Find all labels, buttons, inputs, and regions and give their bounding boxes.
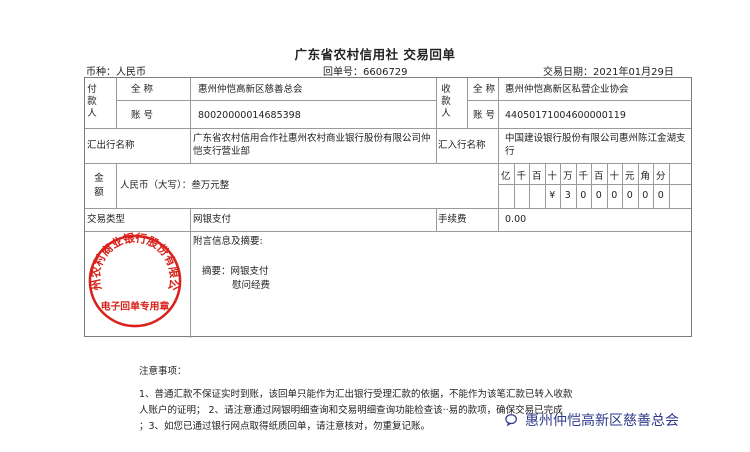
amount-unit: 亿: [500, 171, 511, 182]
row-line: [190, 100, 436, 101]
amount-unit: 十: [609, 171, 619, 182]
row-line: [85, 208, 691, 209]
memo-label: 附言信息及摘要:: [193, 236, 263, 247]
trade-type: 网银支付: [193, 214, 232, 225]
amount-digit: 0: [595, 190, 602, 201]
remit-out-bank-label: 汇出行名称: [87, 140, 135, 151]
row-line: [85, 163, 691, 164]
amount-unit: 千: [516, 171, 526, 182]
amount-unit: 十: [547, 171, 557, 182]
notes-line: 人账户的证明； 2、请注意通过网银明细查询和交易明细查询功能检查该··易的款项，…: [139, 405, 563, 416]
col-line: [467, 78, 468, 128]
payee-account: 44050171004600000119: [505, 110, 626, 121]
watermark-text: 惠州仲恺高新区慈善总会: [525, 413, 679, 429]
col-line: [436, 78, 437, 163]
payee-account-label: 账 号: [473, 110, 496, 121]
memo-summary: 摘要：网银支付: [202, 266, 269, 277]
payer-account-label: 账 号: [131, 110, 154, 121]
col-line: [498, 78, 499, 128]
payee-side-label: 收 款 人: [441, 84, 451, 119]
payer-side-label: 付 款 人: [87, 84, 97, 119]
amount-unit: 千: [578, 171, 588, 182]
trade-type-label: 交易类型: [87, 214, 126, 225]
payer-name: 惠州仲恺高新区慈善总会: [198, 84, 303, 95]
amount-digit: 0: [626, 190, 633, 201]
row-line: [116, 100, 190, 101]
svg-text:电子回单专用章: 电子回单专用章: [101, 299, 170, 312]
amount-unit: 百: [593, 171, 604, 182]
fee-value: 0.00: [505, 214, 527, 225]
payer-account: 80020000014685398: [198, 110, 301, 121]
notes-title: 注意事项：: [139, 366, 187, 377]
amount-digit: ¥: [549, 190, 556, 201]
amount-digit: 0: [611, 190, 618, 201]
notes-line: ；3、如您已通过银行网点取得纸质回单，请注意核对，勿重复记账。: [139, 421, 431, 432]
col-line: [190, 208, 191, 338]
amount-unit: 角: [640, 171, 650, 182]
notes-line: 1、普通汇款不保证实时到账，该回单只能作为汇出银行受理汇款的依据，不能作为该笔汇…: [139, 389, 573, 400]
amount-in-words: 人民币（大写）：叁万元整: [120, 180, 230, 191]
amount-digit: 0: [642, 190, 649, 201]
col-line: [116, 78, 117, 128]
row-line: [85, 128, 691, 129]
remit-in-bank-label: 汇入行名称: [438, 140, 486, 151]
remit-in-bank: 中国建设银行股份有限公司惠州陈江金湖支行: [505, 133, 686, 157]
svg-text:惠州农村商业银行股份有限公司: 惠州农村商业银行股份有限公司: [86, 232, 182, 292]
amount-unit: 元: [624, 171, 635, 182]
memo-detail: 慰问经费: [232, 280, 271, 291]
watermark: 惠州仲恺高新区慈善总会: [505, 410, 679, 430]
payer-name-label: 全 称: [131, 84, 154, 95]
amount-digit: 0: [580, 190, 587, 201]
row-line: [467, 100, 692, 101]
trade-date: 交易日期：2021年01月29日: [543, 67, 674, 78]
remit-out-bank: 广东省农村信用合作社惠州农村商业银行股份有限公司仲恺支行营业部: [193, 133, 431, 157]
chat-bubble-icon: [505, 414, 517, 427]
receipt-number: 回单号：6606729: [323, 67, 408, 78]
payee-name-label: 全 称: [473, 84, 496, 95]
currency-label: 币种：人民币: [86, 67, 146, 78]
row-line: [498, 184, 691, 185]
payee-name: 惠州仲恺高新区私营企业协会: [505, 84, 629, 95]
amount-digit: 3: [564, 190, 571, 201]
col-line: [190, 78, 191, 163]
receipt-title: 广东省农村信用社 交易回单: [294, 47, 456, 62]
amount-unit: 百: [531, 171, 542, 182]
amount-digit: 0: [657, 190, 664, 201]
amount-unit: 分: [655, 171, 666, 182]
col-line: [436, 208, 437, 231]
fee-label: 手续费: [438, 214, 467, 225]
amount-side-label: 金 额: [94, 173, 104, 198]
col-line: [116, 163, 117, 208]
amount-unit: 万: [562, 171, 573, 182]
col-line: [668, 163, 670, 208]
bank-seal-icon: 惠州农村商业银行股份有限公司 电子回单专用章: [86, 232, 182, 328]
